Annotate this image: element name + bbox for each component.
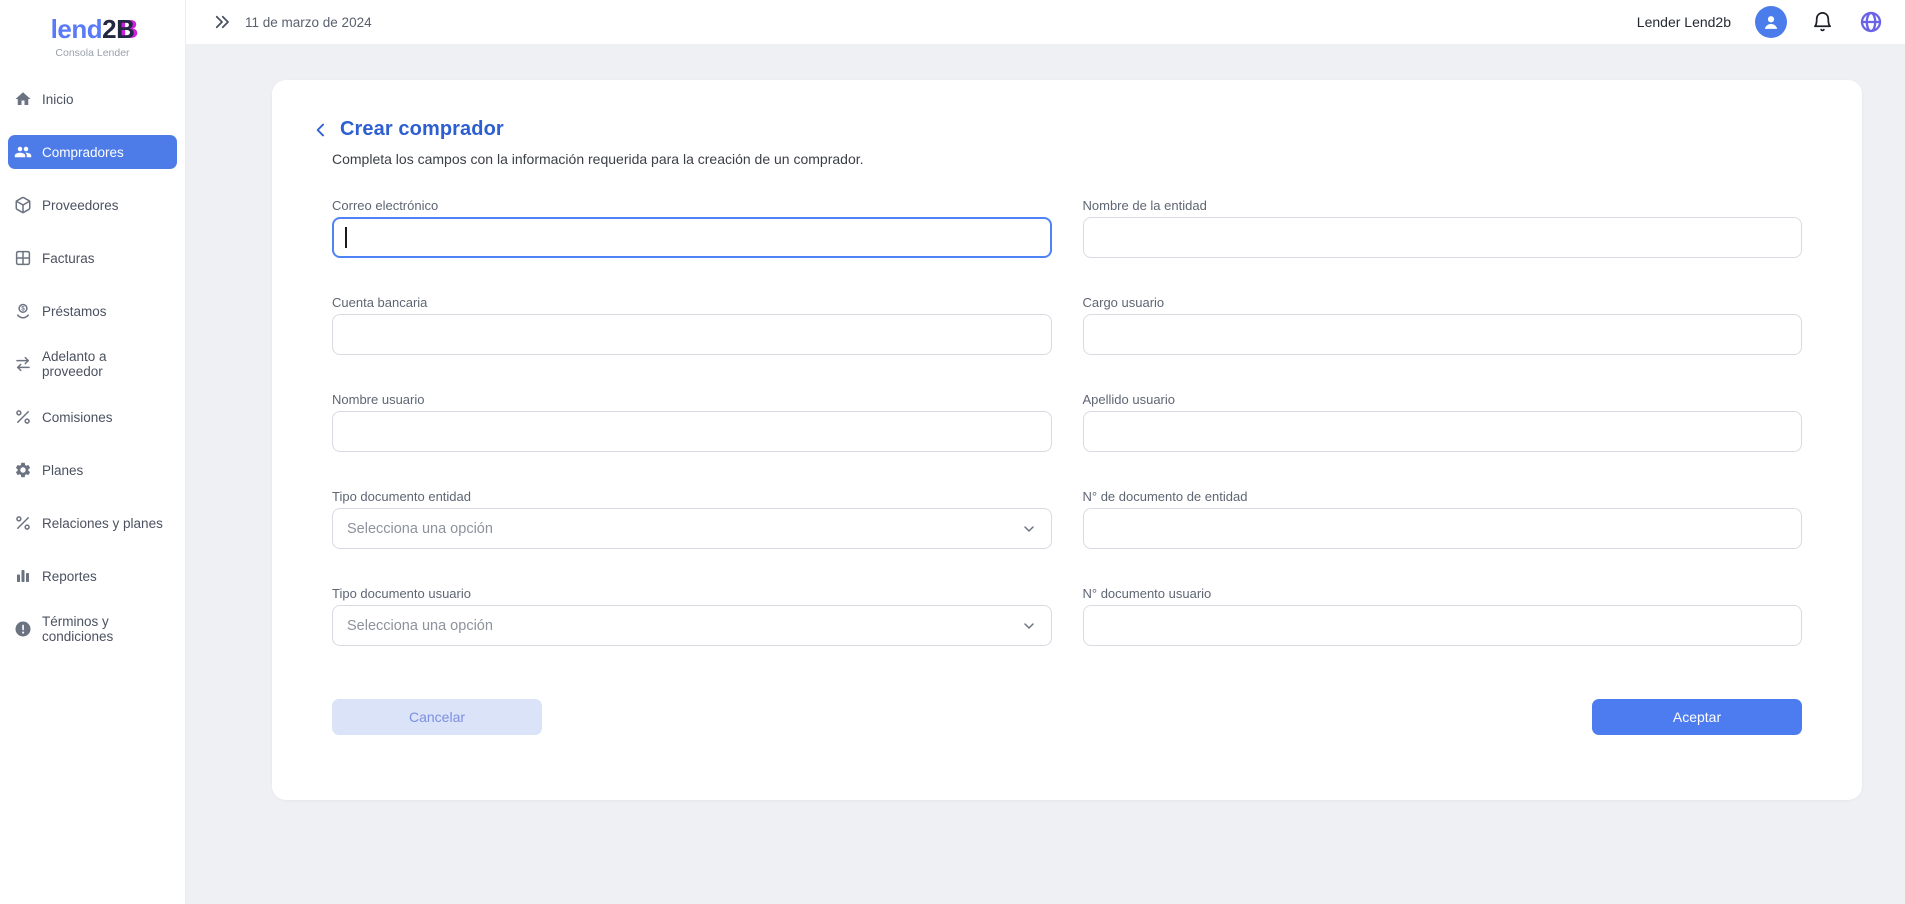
field-numero-documento-entidad: N° de documento de entidad <box>1083 489 1803 549</box>
users-icon <box>14 143 32 161</box>
sidebar-item-relaciones-y-planes[interactable]: Relaciones y planes <box>8 506 177 540</box>
cuenta-bancaria-input[interactable] <box>332 314 1052 355</box>
field-label: Nombre usuario <box>332 392 1052 407</box>
sidebar-item-label: Préstamos <box>42 304 107 319</box>
collapse-sidebar-icon[interactable] <box>213 13 231 31</box>
field-label: Correo electrónico <box>332 198 1052 213</box>
tipo-documento-usuario-select[interactable]: Selecciona una opción <box>332 605 1052 646</box>
sidebar: lend2B Consola Lender Inicio Compradores… <box>0 0 186 904</box>
sidebar-item-label: Reportes <box>42 569 97 584</box>
numero-documento-entidad-input[interactable] <box>1083 508 1803 549</box>
sidebar-item-label: Términos y condiciones <box>42 614 171 644</box>
field-label: Nombre de la entidad <box>1083 198 1803 213</box>
apellido-usuario-input[interactable] <box>1083 411 1803 452</box>
sidebar-item-planes[interactable]: Planes <box>8 453 177 487</box>
chevron-down-icon <box>1021 618 1037 634</box>
cancel-button[interactable]: Cancelar <box>332 699 542 735</box>
package-icon <box>14 196 32 214</box>
percent-icon <box>14 514 32 532</box>
chevron-down-icon <box>1021 521 1037 537</box>
field-label: Cuenta bancaria <box>332 295 1052 310</box>
sidebar-item-proveedores[interactable]: Proveedores <box>8 188 177 222</box>
sidebar-item-facturas[interactable]: Facturas <box>8 241 177 275</box>
sidebar-nav: Inicio Compradores Proveedores Facturas … <box>0 76 185 646</box>
sidebar-item-terminos-y-condiciones[interactable]: Términos y condiciones <box>8 612 177 646</box>
content-area: Crear comprador Completa los campos con … <box>186 44 1905 904</box>
field-label: N° documento usuario <box>1083 586 1803 601</box>
user-avatar[interactable] <box>1755 6 1787 38</box>
swap-arrows-icon <box>14 355 32 373</box>
page-subtitle: Completa los campos con la información r… <box>332 151 1802 167</box>
field-cargo-usuario: Cargo usuario <box>1083 295 1803 355</box>
create-buyer-form: Correo electrónico Nombre de la entidad … <box>332 198 1802 646</box>
select-placeholder: Selecciona una opción <box>347 521 493 537</box>
logo-text-lend: lend <box>51 14 102 44</box>
create-buyer-card: Crear comprador Completa los campos con … <box>272 80 1862 800</box>
field-cuenta-bancaria: Cuenta bancaria <box>332 295 1052 355</box>
logo: lend2B Consola Lender <box>0 0 185 76</box>
home-icon <box>14 90 32 108</box>
sidebar-item-label: Proveedores <box>42 198 119 213</box>
percent-icon <box>14 408 32 426</box>
tipo-documento-entidad-select[interactable]: Selecciona una opción <box>332 508 1052 549</box>
field-tipo-documento-usuario: Tipo documento usuario Selecciona una op… <box>332 586 1052 646</box>
correo-electronico-input[interactable] <box>332 217 1052 258</box>
loan-icon: $ <box>14 302 32 320</box>
text-cursor <box>345 227 347 248</box>
sidebar-item-label: Adelanto a proveedor <box>42 349 171 379</box>
notifications-bell-icon[interactable] <box>1811 10 1835 34</box>
current-date: 11 de marzo de 2024 <box>245 15 372 30</box>
sidebar-item-label: Planes <box>42 463 83 478</box>
sidebar-item-label: Facturas <box>42 251 95 266</box>
sidebar-item-adelanto-a-proveedor[interactable]: Adelanto a proveedor <box>8 347 177 381</box>
bar-chart-icon <box>14 567 32 585</box>
select-placeholder: Selecciona una opción <box>347 618 493 634</box>
sidebar-item-label: Compradores <box>42 145 124 160</box>
svg-text:$: $ <box>21 306 25 313</box>
language-globe-icon[interactable] <box>1859 10 1883 34</box>
field-label: Tipo documento usuario <box>332 586 1052 601</box>
sidebar-item-inicio[interactable]: Inicio <box>8 82 177 116</box>
sidebar-item-label: Relaciones y planes <box>42 516 163 531</box>
field-label: Tipo documento entidad <box>332 489 1052 504</box>
grid-icon <box>14 249 32 267</box>
back-chevron-icon[interactable] <box>311 120 331 140</box>
numero-documento-usuario-input[interactable] <box>1083 605 1803 646</box>
sidebar-item-label: Comisiones <box>42 410 113 425</box>
cargo-usuario-input[interactable] <box>1083 314 1803 355</box>
field-label: N° de documento de entidad <box>1083 489 1803 504</box>
field-label: Cargo usuario <box>1083 295 1803 310</box>
field-correo-electronico: Correo electrónico <box>332 198 1052 258</box>
gear-icon <box>14 461 32 479</box>
topbar: 11 de marzo de 2024 Lender Lend2b <box>186 0 1905 44</box>
page-title: Crear comprador <box>340 118 504 141</box>
field-label: Apellido usuario <box>1083 392 1803 407</box>
field-numero-documento-usuario: N° documento usuario <box>1083 586 1803 646</box>
sidebar-item-label: Inicio <box>42 92 74 107</box>
user-name: Lender Lend2b <box>1637 14 1731 30</box>
accept-button[interactable]: Aceptar <box>1592 699 1802 735</box>
sidebar-item-compradores[interactable]: Compradores <box>8 135 177 169</box>
field-tipo-documento-entidad: Tipo documento entidad Selecciona una op… <box>332 489 1052 549</box>
field-apellido-usuario: Apellido usuario <box>1083 392 1803 452</box>
logo-text-2: 2 <box>102 14 116 44</box>
field-nombre-de-la-entidad: Nombre de la entidad <box>1083 198 1803 258</box>
nombre-usuario-input[interactable] <box>332 411 1052 452</box>
sidebar-item-reportes[interactable]: Reportes <box>8 559 177 593</box>
sidebar-item-prestamos[interactable]: $ Préstamos <box>8 294 177 328</box>
logo-text-b: B <box>116 14 134 44</box>
exclamation-circle-icon <box>14 620 32 638</box>
sidebar-item-comisiones[interactable]: Comisiones <box>8 400 177 434</box>
logo-subtitle: Consola Lender <box>0 47 185 59</box>
nombre-entidad-input[interactable] <box>1083 217 1803 258</box>
field-nombre-usuario: Nombre usuario <box>332 392 1052 452</box>
main-area: 11 de marzo de 2024 Lender Lend2b Crear … <box>186 0 1905 904</box>
